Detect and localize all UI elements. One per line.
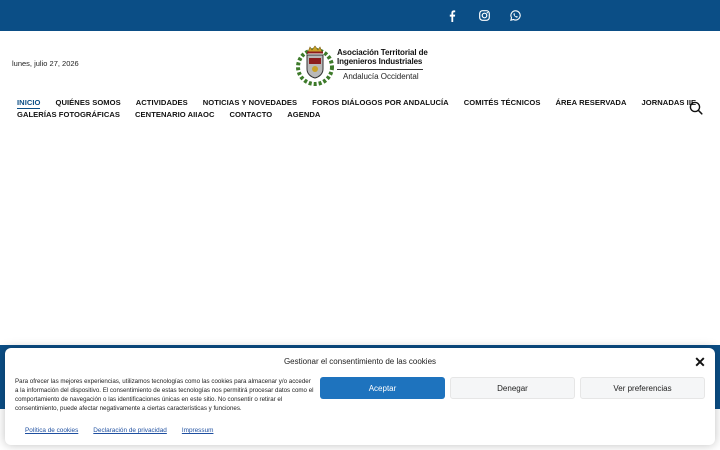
whatsapp-icon[interactable] xyxy=(508,0,522,31)
nav-item-foros[interactable]: FOROS DIÁLOGOS POR ANDALUCÍA xyxy=(312,98,449,107)
nav-item-quienes-somos[interactable]: QUIÉNES SOMOS xyxy=(56,98,121,107)
impressum-link[interactable]: Impressum xyxy=(182,427,214,434)
deny-button[interactable]: Denegar xyxy=(450,377,575,399)
cookie-links: Política de cookies Declaración de priva… xyxy=(25,427,228,434)
facebook-icon[interactable] xyxy=(445,0,459,31)
page: lunes, julio 27, 2026 Asociación Territo… xyxy=(0,0,720,450)
logo-title-line2: Ingenieros Industriales xyxy=(337,57,423,66)
top-bar xyxy=(0,0,720,31)
cookie-description: Para ofrecer las mejores experiencias, u… xyxy=(15,378,314,412)
accept-button[interactable]: Aceptar xyxy=(320,377,445,399)
nav-item-comites[interactable]: COMITÉS TÉCNICOS xyxy=(464,98,541,107)
logo-divider xyxy=(337,69,423,70)
main-nav-row1: INICIO QUIÉNES SOMOS ACTIVIDADES NOTICIA… xyxy=(17,98,711,107)
nav-item-galerias[interactable]: GALERÍAS FOTOGRÁFICAS xyxy=(17,110,120,119)
instagram-icon[interactable] xyxy=(477,0,491,31)
nav-item-jornadas[interactable]: JORNADAS IIE xyxy=(642,98,697,107)
cookie-title: Gestionar el consentimiento de las cooki… xyxy=(283,357,437,366)
cookie-policy-link[interactable]: Política de cookies xyxy=(25,427,78,434)
view-preferences-button[interactable]: Ver preferencias xyxy=(580,377,705,399)
cookie-consent-banner: Gestionar el consentimiento de las cooki… xyxy=(5,348,715,445)
nav-item-contacto[interactable]: CONTACTO xyxy=(229,110,272,119)
logo-subtitle: Andalucía Occidental xyxy=(343,72,419,81)
current-date: lunes, julio 27, 2026 xyxy=(12,59,79,68)
search-icon[interactable] xyxy=(689,101,703,115)
close-icon[interactable]: ✕ xyxy=(694,355,706,369)
privacy-statement-link[interactable]: Declaración de privacidad xyxy=(93,427,167,434)
nav-item-noticias[interactable]: NOTICIAS Y NOVEDADES xyxy=(203,98,297,107)
nav-item-centenario[interactable]: CENTENARIO AIIAOC xyxy=(135,110,214,119)
nav-item-area-reservada[interactable]: ÁREA RESERVADA xyxy=(555,98,626,107)
site-logo[interactable]: Asociación Territorial de Ingenieros Ind… xyxy=(295,41,430,87)
logo-title-line1: Asociación Territorial de xyxy=(337,48,428,57)
nav-item-agenda[interactable]: AGENDA xyxy=(287,110,320,119)
nav-item-actividades[interactable]: ACTIVIDADES xyxy=(136,98,188,107)
nav-item-inicio[interactable]: INICIO xyxy=(17,98,41,107)
main-nav-row2: GALERÍAS FOTOGRÁFICAS CENTENARIO AIIAOC … xyxy=(17,110,335,119)
active-nav-indicator xyxy=(17,108,40,109)
crest-emblem-icon xyxy=(296,45,334,86)
